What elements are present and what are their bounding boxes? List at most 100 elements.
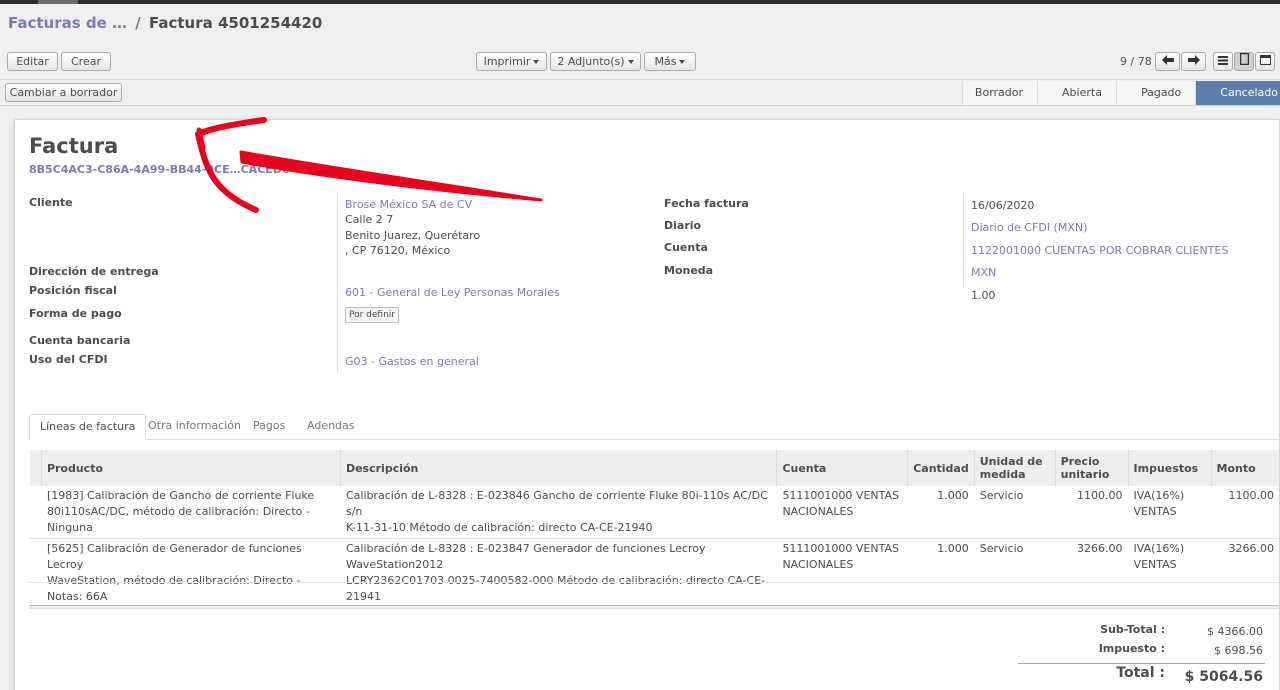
tab-pagos[interactable]: Pagos [243, 414, 295, 440]
fecha-factura-label: Fecha factura [664, 197, 749, 210]
empty-row-divider [29, 582, 1279, 583]
print-dropdown-button[interactable]: Imprimir [476, 52, 547, 71]
posicion-fiscal-link[interactable]: 601 - General de Ley Personas Morales [345, 286, 560, 299]
column-header-text: Unidad de [979, 455, 1043, 468]
moneda-label: Moneda [664, 264, 714, 277]
cell-descripcion: Calibración de L-8328 : E-023846 Gancho … [340, 486, 777, 539]
entrega-label: Dirección de entrega [29, 265, 159, 278]
column-header-precio[interactable]: Precio unitario [1054, 450, 1129, 486]
status-step-borrador[interactable]: Borrador [961, 81, 1038, 105]
cell-text: [1983] Calibración de Gancho de corrient… [46, 489, 315, 502]
handle-header [29, 450, 42, 486]
column-header-producto[interactable]: Producto [40, 450, 341, 486]
column-header-monto[interactable]: Monto [1210, 450, 1279, 486]
forma-pago-badge[interactable]: Por definir [345, 307, 399, 323]
cell-text: 80i110sAC/DC, método de calibración: Dir… [46, 505, 310, 534]
uuid-link[interactable]: 8B5C4AC3-C86A-4A99-BB44-9CE…CACED6 [29, 163, 290, 176]
posicion-fiscal-label: Posición fiscal [29, 284, 117, 297]
forma-pago-label: Forma de pago [29, 307, 122, 320]
row-handle [29, 538, 42, 608]
diario-label: Diario [664, 219, 702, 232]
cell-impuestos: IVA(16%) VENTAS [1128, 538, 1211, 608]
cell-cantidad: 1.000 [907, 538, 975, 608]
breadcrumb-separator: / [135, 14, 141, 32]
moneda-link[interactable]: MXN [971, 266, 996, 279]
cuenta-label: Cuenta [664, 241, 708, 254]
exchange-rate-value: 1.00 [971, 289, 996, 302]
column-header-cuenta[interactable]: Cuenta [776, 450, 908, 486]
status-step-abierta[interactable]: Abierta [1037, 81, 1116, 105]
status-step-cancelado[interactable]: Cancelado [1195, 81, 1280, 105]
form-view-button[interactable] [1234, 52, 1254, 71]
cell-text: Calibración de L-8328 : E-023846 Gancho … [345, 489, 768, 518]
breadcrumb-current: Factura 4501254420 [149, 14, 323, 32]
more-dropdown-button[interactable]: Más [644, 52, 696, 71]
breadcrumb: Facturas de … / Factura 4501254420 [8, 14, 322, 32]
table-row[interactable]: [1983] Calibración de Gancho de corrient… [29, 486, 1279, 539]
pager-counter[interactable]: 9 / 78 [1120, 55, 1152, 68]
breadcrumb-parent-link[interactable]: Facturas de … [8, 14, 127, 32]
caret-down-icon [533, 60, 540, 64]
cell-monto: 1100.00 [1211, 486, 1279, 539]
tab-lineas-factura[interactable]: Líneas de factura [29, 414, 147, 440]
caret-down-icon [679, 60, 686, 64]
tab-adendas[interactable]: Adendas [297, 414, 365, 440]
column-header-text: medida [979, 468, 1026, 481]
table-header-row: Producto Descripción Cuenta Cantidad Uni… [29, 450, 1279, 486]
draft-button[interactable]: Cambiar a borrador [5, 83, 122, 102]
page-title: Factura [29, 134, 119, 158]
cell-monto: 3266.00 [1211, 538, 1279, 608]
pager-next-button[interactable] [1181, 52, 1206, 71]
status-bar: Cambiar a borrador Borrador Abierta Paga… [0, 81, 1280, 106]
attachments-label: 2 Adjunto(s) [557, 55, 625, 68]
column-header-text: Precio [1060, 455, 1100, 468]
form-icon [1239, 52, 1249, 66]
column-header-impuestos[interactable]: Impuestos [1127, 450, 1211, 486]
diario-link[interactable]: Diario de CFDI (MXN) [971, 221, 1087, 234]
column-header-descripcion[interactable]: Descripción [339, 450, 777, 486]
cell-precio: 3266.00 [1055, 538, 1129, 608]
column-header-unidad[interactable]: Unidad de medida [973, 450, 1056, 486]
arrow-right-icon [1187, 55, 1200, 65]
cell-text: Calibración de L-8328 : E-023847 Generad… [345, 542, 706, 571]
cuenta-link[interactable]: 1122001000 CUENTAS POR COBRAR CLIENTES [971, 244, 1228, 257]
print-label: Imprimir [483, 55, 531, 68]
caret-down-icon [627, 60, 634, 64]
cell-text: IVA(16%) [1133, 489, 1185, 502]
cell-text: 5111001000 VENTAS [782, 542, 899, 555]
cell-descripcion: Calibración de L-8328 : E-023847 Generad… [340, 538, 777, 608]
pager-previous-button[interactable] [1155, 52, 1180, 71]
create-button[interactable]: Crear [61, 52, 111, 71]
cell-unidad: Servicio [974, 486, 1056, 539]
cell-text: 5111001000 VENTAS [782, 489, 899, 502]
tax-label: Impuesto : [1098, 642, 1165, 655]
uso-cfdi-label: Uso del CFDI [29, 353, 108, 366]
cuenta-bancaria-label: Cuenta bancaria [29, 334, 131, 347]
invoice-lines-table: Producto Descripción Cuenta Cantidad Uni… [29, 450, 1279, 608]
cell-producto: [1983] Calibración de Gancho de corrient… [41, 486, 341, 539]
edit-button[interactable]: Editar [7, 52, 58, 71]
list-view-button[interactable] [1213, 52, 1233, 71]
attachments-dropdown-button[interactable]: 2 Adjunto(s) [550, 52, 641, 71]
tab-otra-informacion[interactable]: Otra información [138, 414, 251, 440]
row-handle [29, 486, 42, 539]
column-header-cantidad[interactable]: Cantidad [907, 450, 975, 486]
cell-text: NACIONALES [782, 505, 854, 518]
cell-impuestos: IVA(16%) VENTAS [1128, 486, 1211, 539]
cliente-address-line: , CP 76120, México [345, 244, 451, 257]
cell-cantidad: 1.000 [907, 486, 975, 539]
list-icon [1218, 56, 1228, 65]
cell-text: WaveStation, método de calibración: Dire… [46, 574, 301, 603]
total-divider [1018, 663, 1265, 664]
cell-cuenta: 5111001000 VENTAS NACIONALES [776, 486, 908, 539]
status-step-pagado[interactable]: Pagado [1115, 81, 1196, 105]
tax-value: $ 698.56 [1214, 644, 1263, 657]
table-row[interactable]: [5625] Calibración de Generador de funci… [29, 538, 1279, 608]
cell-unidad: Servicio [974, 538, 1056, 608]
uso-cfdi-link[interactable]: G03 - Gastos en general [345, 355, 479, 368]
calendar-view-button[interactable] [1255, 52, 1275, 71]
cliente-link[interactable]: Brose México SA de CV [345, 198, 472, 211]
cell-text: K-11-31-10 Método de calibración: direct… [345, 521, 653, 534]
cell-text: NACIONALES [782, 558, 854, 571]
fecha-factura-value: 16/06/2020 [971, 199, 1035, 212]
